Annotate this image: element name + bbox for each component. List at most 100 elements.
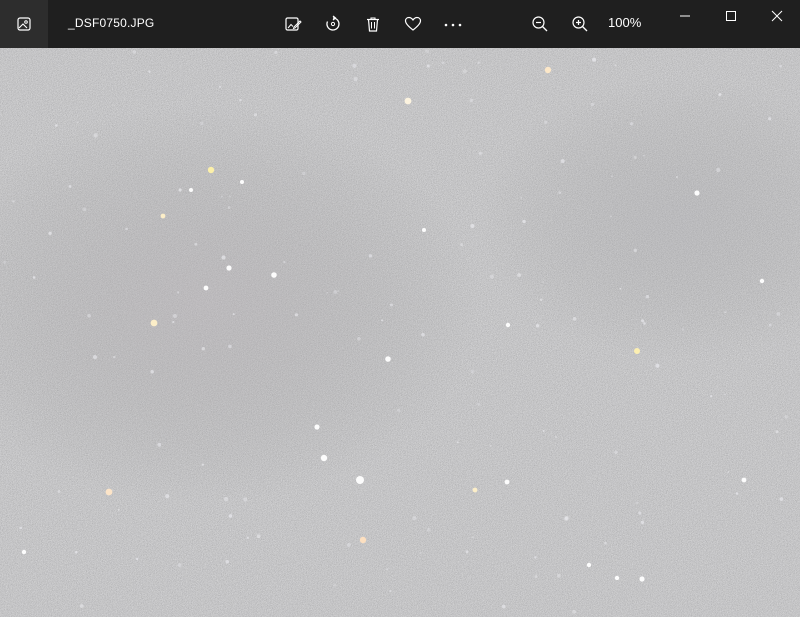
faint-star — [92, 354, 98, 360]
faint-star — [172, 320, 175, 324]
faint-star — [113, 355, 116, 359]
rotate-button[interactable] — [321, 12, 345, 36]
faint-star — [517, 273, 522, 277]
faint-star — [425, 49, 430, 54]
star — [422, 228, 426, 232]
delete-button[interactable] — [361, 12, 385, 36]
faint-star — [572, 609, 576, 614]
favorite-button[interactable] — [401, 12, 425, 36]
faint-star — [609, 215, 612, 218]
edit-button[interactable] — [281, 12, 305, 36]
faint-star — [178, 188, 182, 192]
star — [271, 272, 277, 278]
maximize-button[interactable] — [708, 0, 754, 32]
faint-star — [655, 363, 660, 368]
faint-star — [82, 207, 87, 212]
faint-star — [724, 311, 726, 314]
faint-star — [681, 328, 684, 331]
faint-star — [199, 121, 204, 126]
faint-star — [456, 441, 459, 444]
faint-star — [333, 289, 338, 294]
faint-star — [381, 319, 384, 322]
faint-star — [326, 291, 329, 294]
faint-star — [630, 122, 634, 126]
faint-star — [716, 167, 721, 173]
maximize-icon — [726, 11, 736, 21]
faint-star — [590, 102, 595, 107]
faint-star — [465, 550, 469, 554]
star — [586, 562, 592, 568]
faint-star — [735, 492, 739, 495]
faint-star — [76, 121, 79, 124]
faint-star — [776, 312, 781, 316]
faint-star — [768, 323, 772, 327]
faint-star — [223, 496, 229, 502]
faint-star — [357, 336, 361, 341]
faint-star — [389, 303, 393, 307]
faint-star — [501, 604, 506, 609]
minimize-icon — [680, 15, 690, 17]
zoom-in-icon — [572, 16, 588, 32]
faint-star — [228, 344, 232, 349]
faint-star — [3, 260, 7, 264]
faint-star — [779, 64, 782, 68]
faint-star — [535, 323, 540, 328]
faint-star — [460, 243, 464, 247]
star — [203, 285, 209, 291]
faint-star — [157, 442, 162, 447]
faint-star — [675, 175, 678, 179]
faint-star — [79, 604, 84, 608]
faint-star — [643, 154, 645, 157]
faint-star — [641, 319, 645, 323]
close-button[interactable] — [754, 0, 800, 32]
star — [21, 549, 27, 555]
faint-star — [239, 98, 242, 102]
faint-star — [55, 124, 58, 127]
faint-star — [225, 559, 230, 564]
faint-star — [542, 429, 545, 433]
faint-star — [346, 543, 351, 547]
faint-star — [592, 57, 597, 62]
faint-star — [368, 254, 373, 258]
faint-star — [93, 133, 98, 138]
faint-star — [302, 171, 306, 176]
zoom-in-button[interactable] — [568, 12, 592, 36]
zoom-out-icon — [532, 16, 548, 32]
faint-star — [462, 69, 467, 74]
faint-star — [68, 184, 72, 188]
faint-star — [709, 394, 713, 398]
faint-star — [337, 290, 340, 292]
star — [634, 348, 640, 354]
more-options-button[interactable] — [441, 12, 465, 36]
faint-star — [333, 583, 336, 587]
faint-star — [412, 516, 417, 521]
minimize-button[interactable] — [662, 0, 708, 32]
faint-star — [520, 196, 523, 199]
star — [314, 424, 320, 430]
faint-star — [614, 450, 618, 454]
faint-star — [542, 281, 545, 283]
photo-viewport[interactable] — [0, 48, 800, 617]
star — [385, 356, 391, 362]
faint-star — [614, 64, 617, 67]
faint-star — [477, 61, 481, 64]
faint-star — [87, 313, 91, 318]
faint-star — [353, 77, 358, 82]
edit-image-icon — [285, 17, 302, 31]
zoom-level-label[interactable]: 100% — [608, 15, 641, 30]
night-sky-photo — [0, 48, 800, 617]
faint-star — [32, 276, 36, 279]
faint-star — [352, 63, 357, 68]
faint-star — [283, 261, 286, 264]
faint-star — [397, 408, 401, 412]
app-menu-button[interactable] — [0, 0, 48, 48]
faint-star — [640, 520, 645, 525]
faint-star — [426, 64, 430, 68]
faint-star — [779, 497, 784, 501]
zoom-out-button[interactable] — [528, 12, 552, 36]
faint-star — [635, 501, 639, 505]
faint-star — [219, 85, 221, 88]
faint-star — [148, 70, 151, 73]
faint-star — [471, 536, 475, 539]
faint-star — [534, 556, 537, 559]
